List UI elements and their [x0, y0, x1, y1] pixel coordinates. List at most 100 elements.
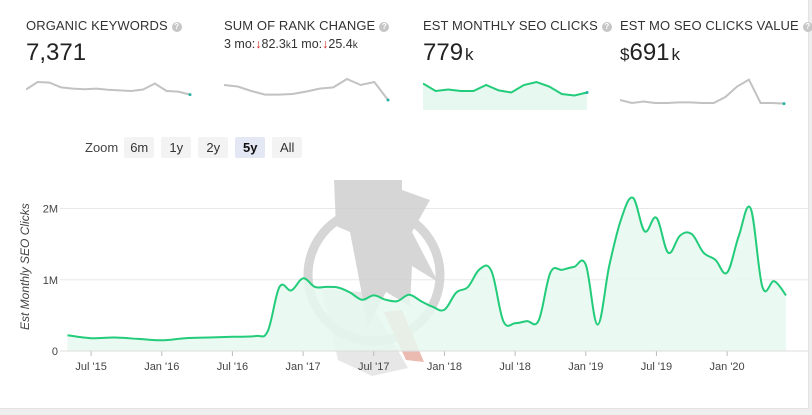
data-point[interactable] — [571, 264, 577, 270]
zoom-all-button[interactable]: All — [272, 137, 303, 158]
zoom-2y-button[interactable]: 2y — [198, 137, 229, 158]
metric-value: 779 k — [423, 39, 603, 67]
data-point[interactable] — [182, 335, 188, 341]
rank-1mo-value: 25.4 — [328, 37, 353, 51]
sparkline-clicks-value — [620, 78, 786, 106]
data-point[interactable] — [335, 285, 341, 291]
rank-3mo-value: 82.3 — [261, 37, 286, 51]
data-point[interactable] — [265, 328, 271, 334]
data-point[interactable] — [583, 262, 589, 268]
data-point[interactable] — [595, 322, 601, 328]
data-point[interactable] — [701, 250, 707, 256]
sparkline-seo-clicks — [423, 80, 589, 110]
zoom-5y-button[interactable]: 5y — [235, 137, 266, 158]
sparkline-end-marker — [188, 93, 192, 97]
data-point[interactable] — [465, 284, 471, 290]
help-icon[interactable]: ? — [601, 22, 612, 32]
data-point[interactable] — [112, 335, 118, 341]
data-point[interactable] — [547, 270, 553, 276]
data-point[interactable] — [277, 284, 283, 290]
metric-est-mo-seo-clicks-value: EST MO SEO CLICKS VALUE? $691 k — [620, 18, 812, 67]
data-point[interactable] — [394, 298, 400, 304]
data-point[interactable] — [783, 292, 789, 298]
data-point[interactable] — [653, 215, 659, 221]
rank-3mo-label: 3 mo: — [224, 37, 256, 51]
data-point[interactable] — [618, 216, 624, 222]
data-point[interactable] — [430, 304, 436, 310]
data-point[interactable] — [406, 292, 412, 298]
metric-value: 7,371 — [26, 39, 206, 67]
metric-label: ORGANIC KEYWORDS — [26, 18, 168, 33]
data-point[interactable] — [324, 284, 330, 290]
help-icon[interactable]: ? — [802, 22, 812, 32]
data-point[interactable] — [88, 335, 94, 341]
data-point[interactable] — [359, 297, 365, 303]
data-point[interactable] — [712, 257, 718, 263]
rank-1mo-unit: k — [352, 40, 358, 51]
data-point[interactable] — [453, 290, 459, 296]
sparkline-rank-change — [224, 77, 390, 102]
data-point[interactable] — [665, 250, 671, 256]
data-point[interactable] — [441, 307, 447, 313]
data-point[interactable] — [630, 195, 636, 201]
data-point[interactable] — [536, 317, 542, 323]
data-point[interactable] — [159, 337, 165, 343]
zoom-6m-button[interactable]: 6m — [124, 137, 155, 158]
data-point[interactable] — [288, 287, 294, 293]
metric-value-number: 691 — [629, 39, 670, 66]
sparkline-organic-keywords — [26, 80, 192, 97]
data-point[interactable] — [65, 332, 71, 338]
metric-est-monthly-seo-clicks: EST MONTHLY SEO CLICKS? 779 k — [423, 18, 612, 67]
data-point[interactable] — [759, 284, 765, 290]
data-point[interactable] — [736, 233, 742, 239]
data-point[interactable] — [524, 318, 530, 324]
data-point[interactable] — [371, 292, 377, 298]
data-point[interactable] — [677, 233, 683, 239]
sparkline-line — [224, 77, 389, 101]
y-axis-title: Est Monthly SEO Clicks — [18, 203, 32, 330]
data-point[interactable] — [724, 270, 730, 276]
help-icon[interactable]: ? — [379, 22, 390, 32]
zoom-label: Zoom — [85, 140, 119, 155]
y-tick-label: 2M — [43, 204, 58, 216]
rank-change-values: 3 mo:↓82.3k1 mo:↓25.4k — [224, 37, 404, 51]
metric-value-number: 779 — [423, 39, 464, 66]
data-point[interactable] — [606, 263, 612, 269]
zoom-1y-button[interactable]: 1y — [161, 137, 192, 158]
metric-organic-keywords: ORGANIC KEYWORDS? 7,371 — [26, 18, 206, 67]
data-point[interactable] — [500, 318, 506, 324]
data-point[interactable] — [771, 278, 777, 284]
data-point[interactable] — [559, 267, 565, 273]
sparkline-line — [620, 78, 785, 105]
data-point[interactable] — [229, 334, 235, 340]
data-point[interactable] — [253, 333, 259, 339]
data-point[interactable] — [300, 275, 306, 281]
data-point[interactable] — [347, 290, 353, 296]
x-tick-label: Jan '19 — [568, 361, 603, 373]
x-tick-label: Jan '17 — [286, 361, 321, 373]
metric-sum-of-rank-change: SUM OF RANK CHANGE? 3 mo:↓82.3k1 mo:↓25.… — [224, 18, 404, 51]
data-point[interactable] — [135, 336, 141, 342]
x-tick-label: Jul '17 — [358, 361, 389, 373]
y-tick-label: 0 — [52, 346, 58, 358]
data-point[interactable] — [642, 228, 648, 234]
seo-clicks-chart: 0 1M 2M Jul '15 Jan '16 Jul '16 Jan '17 Jul '17… — [43, 180, 808, 376]
data-point[interactable] — [489, 268, 495, 274]
x-tick-label: Jul '19 — [641, 361, 672, 373]
data-point[interactable] — [512, 320, 518, 326]
data-point[interactable] — [206, 335, 212, 341]
metric-value-unit: k — [671, 45, 681, 64]
help-icon[interactable]: ? — [171, 22, 182, 32]
data-point[interactable] — [748, 206, 754, 212]
data-point[interactable] — [689, 231, 695, 237]
x-tick-label: Jan '20 — [710, 361, 745, 373]
x-tick-label: Jan '16 — [144, 361, 179, 373]
x-tick-label: Jul '18 — [499, 361, 530, 373]
data-point[interactable] — [383, 297, 389, 303]
x-tick-label: Jan '18 — [427, 361, 462, 373]
data-point[interactable] — [477, 266, 483, 272]
sparkline-end-marker — [386, 98, 390, 102]
data-point[interactable] — [418, 298, 424, 304]
sparkline-end-marker — [782, 102, 786, 106]
data-point[interactable] — [312, 284, 318, 290]
